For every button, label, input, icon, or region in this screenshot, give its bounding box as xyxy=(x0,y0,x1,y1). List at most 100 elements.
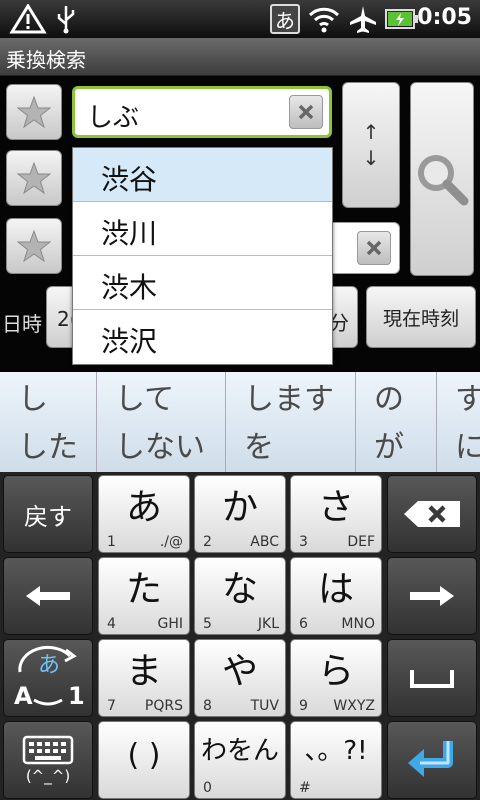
candidate-line: した xyxy=(18,430,78,465)
backspace-key[interactable] xyxy=(387,475,477,553)
keyboard-icon xyxy=(22,735,74,765)
undo-key[interactable]: 戻す xyxy=(3,475,93,553)
key-ya[interactable]: や 8 TUV xyxy=(194,639,286,717)
favorite-to-button[interactable] xyxy=(6,218,62,274)
search-icon xyxy=(418,155,469,206)
key-sub-left: 2 xyxy=(203,534,212,550)
key-main: ら xyxy=(317,651,354,692)
undo-key-label: 戻す xyxy=(24,502,72,531)
app-title-bar: 乗換検索 xyxy=(0,38,480,76)
ime-indicator-icon: あ xyxy=(270,4,300,34)
japanese-keyboard: 戻す あ A 1 (^_^) あ 1 ./@ か 2 ABC さ 3 DEF た… xyxy=(0,472,480,800)
from-station-value: しぶ xyxy=(87,103,140,133)
key-sub-left: 4 xyxy=(107,616,116,632)
key-sub-left: 5 xyxy=(203,616,212,632)
key-ha[interactable]: は 6 MNO xyxy=(290,557,382,635)
cursor-right-key[interactable] xyxy=(387,557,477,635)
key-main: わをん xyxy=(200,736,279,766)
key-sa[interactable]: さ 3 DEF xyxy=(290,475,382,553)
wifi-icon xyxy=(306,4,342,34)
from-station-input[interactable]: しぶ xyxy=(72,86,332,138)
key-main: か xyxy=(221,487,258,528)
key-main: ま xyxy=(125,651,162,692)
mode-alpha: A xyxy=(14,682,33,710)
key-main: な xyxy=(221,569,258,610)
arrow-right-icon xyxy=(410,586,454,606)
warning-icon xyxy=(6,4,50,34)
enter-icon xyxy=(408,741,453,777)
candidate-item[interactable]: す に xyxy=(437,372,480,472)
candidate-item[interactable]: します を xyxy=(226,372,356,472)
key-punctuation[interactable]: 、。?! # xyxy=(290,721,382,799)
candidate-line: し xyxy=(18,382,48,417)
candidate-line: します xyxy=(244,382,334,417)
mode-num: 1 xyxy=(68,682,85,710)
current-time-button[interactable]: 現在時刻 xyxy=(366,286,476,348)
candidate-line: が xyxy=(374,430,404,465)
key-main: ( ) xyxy=(127,738,161,773)
suggestion-item[interactable]: 渋木 xyxy=(73,256,332,310)
ime-candidate-bar: し した して しない します を の が す に xyxy=(0,372,480,472)
candidate-line: しない xyxy=(115,430,205,465)
key-brackets[interactable]: ( ) xyxy=(98,721,190,799)
key-main: あ xyxy=(125,487,162,528)
emoji-label: (^_^) xyxy=(25,767,71,785)
settings-emoji-key[interactable]: (^_^) xyxy=(3,721,93,799)
swap-stations-button[interactable]: ↑ ↓ xyxy=(342,82,400,208)
key-na[interactable]: な 5 JKL xyxy=(194,557,286,635)
key-sub-left: 9 xyxy=(299,698,308,714)
suggestion-item[interactable]: 渋川 xyxy=(73,202,332,256)
clear-from-button[interactable] xyxy=(289,95,323,129)
key-ka[interactable]: か 2 ABC xyxy=(194,475,286,553)
key-sub-right: JKL xyxy=(257,616,279,632)
search-button[interactable] xyxy=(410,82,474,276)
key-sub-right: MNO xyxy=(341,616,375,632)
key-sub-right: GHI xyxy=(157,616,183,632)
candidate-item[interactable]: して しない xyxy=(97,372,226,472)
space-key[interactable] xyxy=(387,639,477,717)
candidate-line: を xyxy=(244,430,274,465)
star-icon xyxy=(17,162,51,194)
key-ra[interactable]: ら 9 WXYZ xyxy=(290,639,382,717)
candidate-item[interactable]: の が xyxy=(356,372,437,472)
key-sub-left: # xyxy=(299,780,311,796)
mode-hira: あ xyxy=(38,653,60,678)
suggestion-item[interactable]: 渋谷 xyxy=(73,148,332,202)
key-main: や xyxy=(221,651,258,692)
candidate-line: に xyxy=(455,430,480,465)
key-main: た xyxy=(125,569,162,610)
app-title: 乗換検索 xyxy=(6,48,86,72)
status-clock: 0:05 xyxy=(417,5,472,30)
cursor-left-key[interactable] xyxy=(3,557,93,635)
status-bar: あ 0:05 xyxy=(0,0,480,38)
key-sub-left: 3 xyxy=(299,534,308,550)
key-wawonn[interactable]: わをん 0 xyxy=(194,721,286,799)
airplane-mode-icon xyxy=(346,4,380,34)
candidate-line: して xyxy=(115,382,175,417)
candidate-item[interactable]: し した xyxy=(0,372,97,472)
favorite-from-button[interactable] xyxy=(6,84,62,140)
key-a[interactable]: あ 1 ./@ xyxy=(98,475,190,553)
candidate-line: す xyxy=(455,382,480,417)
current-time-label: 現在時刻 xyxy=(382,307,459,330)
backspace-icon xyxy=(404,501,460,527)
battery-charging-icon xyxy=(384,4,420,34)
favorite-via-button[interactable] xyxy=(6,150,62,206)
key-ta[interactable]: た 4 GHI xyxy=(98,557,190,635)
key-sub-right: WXYZ xyxy=(333,698,375,714)
enter-key[interactable] xyxy=(387,721,477,799)
input-mode-key[interactable]: あ A 1 xyxy=(3,639,93,717)
arrow-left-icon xyxy=(26,586,70,606)
key-ma[interactable]: ま 7 PQRS xyxy=(98,639,190,717)
key-sub-right: ./@ xyxy=(159,534,183,550)
key-sub-right: PQRS xyxy=(144,698,183,714)
key-main: さ xyxy=(317,487,354,528)
key-sub-right: ABC xyxy=(250,534,279,550)
suggestion-item[interactable]: 渋沢 xyxy=(73,310,332,364)
station-suggestion-list: 渋谷 渋川 渋木 渋沢 xyxy=(72,147,333,365)
key-main: は xyxy=(317,569,354,610)
star-icon xyxy=(17,96,51,128)
close-icon xyxy=(366,240,382,256)
arrow-up-icon: ↑ xyxy=(362,120,380,144)
clear-to-button[interactable] xyxy=(357,231,391,265)
